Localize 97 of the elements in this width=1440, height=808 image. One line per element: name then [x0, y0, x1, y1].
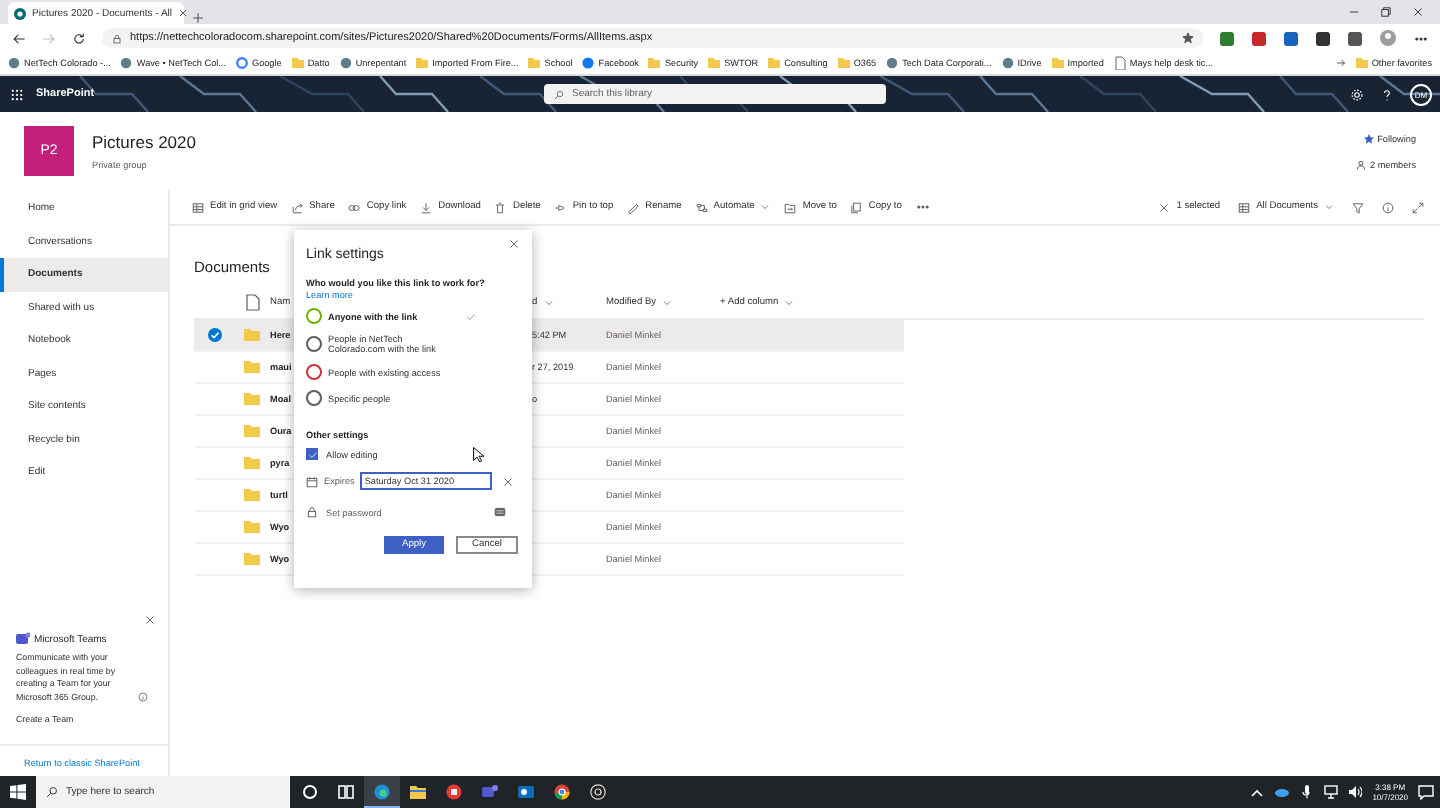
folder-icon: [410, 783, 426, 799]
check-icon[interactable]: [207, 328, 221, 342]
back-icon[interactable]: [12, 31, 26, 45]
caret-icon: [543, 298, 554, 308]
extension-icon[interactable]: [1252, 31, 1266, 45]
network-icon[interactable]: [1324, 784, 1339, 800]
favicon-icon: [236, 56, 248, 70]
folder-arrow-icon: [784, 201, 797, 213]
help-icon[interactable]: [1380, 87, 1394, 101]
check-icon: [466, 311, 476, 321]
pin-icon: [554, 201, 567, 213]
recorder-icon: [590, 783, 606, 799]
calendar-icon: [306, 475, 318, 487]
favicon-icon: [8, 56, 20, 70]
folder-icon: [768, 56, 781, 70]
browser-icon: [374, 783, 390, 799]
refresh-icon[interactable]: [72, 31, 86, 45]
search-icon: [554, 89, 564, 99]
close-icon: [1158, 201, 1171, 213]
task-view-icon: [338, 783, 354, 799]
settings-icon[interactable]: [1350, 87, 1364, 101]
site-icon: [14, 7, 26, 19]
microphone-icon[interactable]: [1300, 784, 1315, 800]
folder-icon: [291, 56, 304, 70]
folder-icon: [244, 360, 260, 374]
more-icon[interactable]: [1414, 31, 1428, 45]
star-icon: [1182, 32, 1194, 44]
caret-icon: [662, 298, 673, 308]
restore-icon[interactable]: [1380, 6, 1392, 18]
teams-icon: [482, 783, 498, 799]
profile-icon[interactable]: [1380, 30, 1396, 46]
volume-icon[interactable]: [1348, 784, 1363, 800]
folder-icon: [1355, 56, 1368, 70]
info-icon: [138, 692, 148, 702]
expand-icon[interactable]: [1412, 201, 1424, 213]
close-icon[interactable]: [144, 614, 156, 627]
filter-icon[interactable]: [1352, 201, 1364, 213]
link-icon: [348, 201, 361, 213]
flow-icon: [695, 201, 708, 213]
page-icon: [1113, 56, 1126, 70]
clear-icon[interactable]: [502, 475, 515, 487]
minimize-icon[interactable]: [1348, 6, 1360, 18]
extension-icon[interactable]: [1348, 31, 1362, 45]
caret-icon: [784, 298, 795, 308]
folder-icon: [244, 552, 260, 566]
folder-icon: [648, 56, 661, 70]
star-icon: [1363, 133, 1374, 143]
teams-icon: [16, 632, 30, 647]
folder-icon: [244, 392, 260, 406]
favicon-icon: [339, 56, 352, 70]
list-icon: [1238, 201, 1251, 213]
folder-icon: [244, 424, 260, 438]
close-icon[interactable]: [1412, 6, 1424, 18]
folder-icon: [708, 56, 721, 70]
pencil-icon: [627, 201, 640, 213]
close-icon[interactable]: [508, 238, 520, 250]
chrome-icon: [554, 783, 570, 799]
more-icon[interactable]: [915, 200, 930, 214]
extension-icon[interactable]: [1316, 31, 1330, 45]
file-icon: [245, 294, 259, 312]
trash-icon: [494, 201, 507, 213]
close-icon[interactable]: [178, 8, 189, 18]
cloud-icon[interactable]: [1274, 784, 1291, 800]
download-icon: [420, 201, 433, 213]
notification-icon[interactable]: [1418, 784, 1434, 800]
app-launcher-icon[interactable]: [10, 87, 24, 101]
folder-icon: [244, 520, 260, 534]
share-icon: [291, 201, 304, 213]
folder-icon: [244, 328, 260, 342]
folder-icon: [244, 456, 260, 470]
keyboard-icon: [494, 506, 506, 518]
cursor-icon: [472, 446, 488, 462]
new-tab-icon[interactable]: [192, 12, 204, 24]
favicon-icon: [886, 56, 899, 70]
folder-icon: [416, 56, 429, 70]
app-icon: [446, 783, 462, 799]
windows-icon[interactable]: [10, 784, 26, 800]
mail-icon: [518, 783, 534, 799]
person-icon: [1356, 159, 1367, 169]
lock-icon: [306, 506, 318, 518]
folder-icon: [528, 56, 541, 70]
lock-icon: [112, 33, 122, 43]
info-icon[interactable]: [1382, 201, 1394, 213]
check-icon: [307, 449, 317, 459]
copy-icon: [850, 201, 863, 213]
grid-icon: [192, 201, 204, 213]
favicon-icon: [582, 56, 595, 70]
folder-icon: [1051, 56, 1064, 70]
folder-icon: [244, 488, 260, 502]
favicon-icon: [120, 56, 133, 70]
search-icon: [46, 786, 58, 798]
caret-icon: [1324, 202, 1334, 212]
circle-icon: [302, 783, 318, 799]
folder-icon: [837, 56, 850, 70]
favicon-icon: [1001, 56, 1014, 70]
site-title: Pictures 2020: [92, 132, 196, 152]
extension-icon[interactable]: [1284, 31, 1298, 45]
